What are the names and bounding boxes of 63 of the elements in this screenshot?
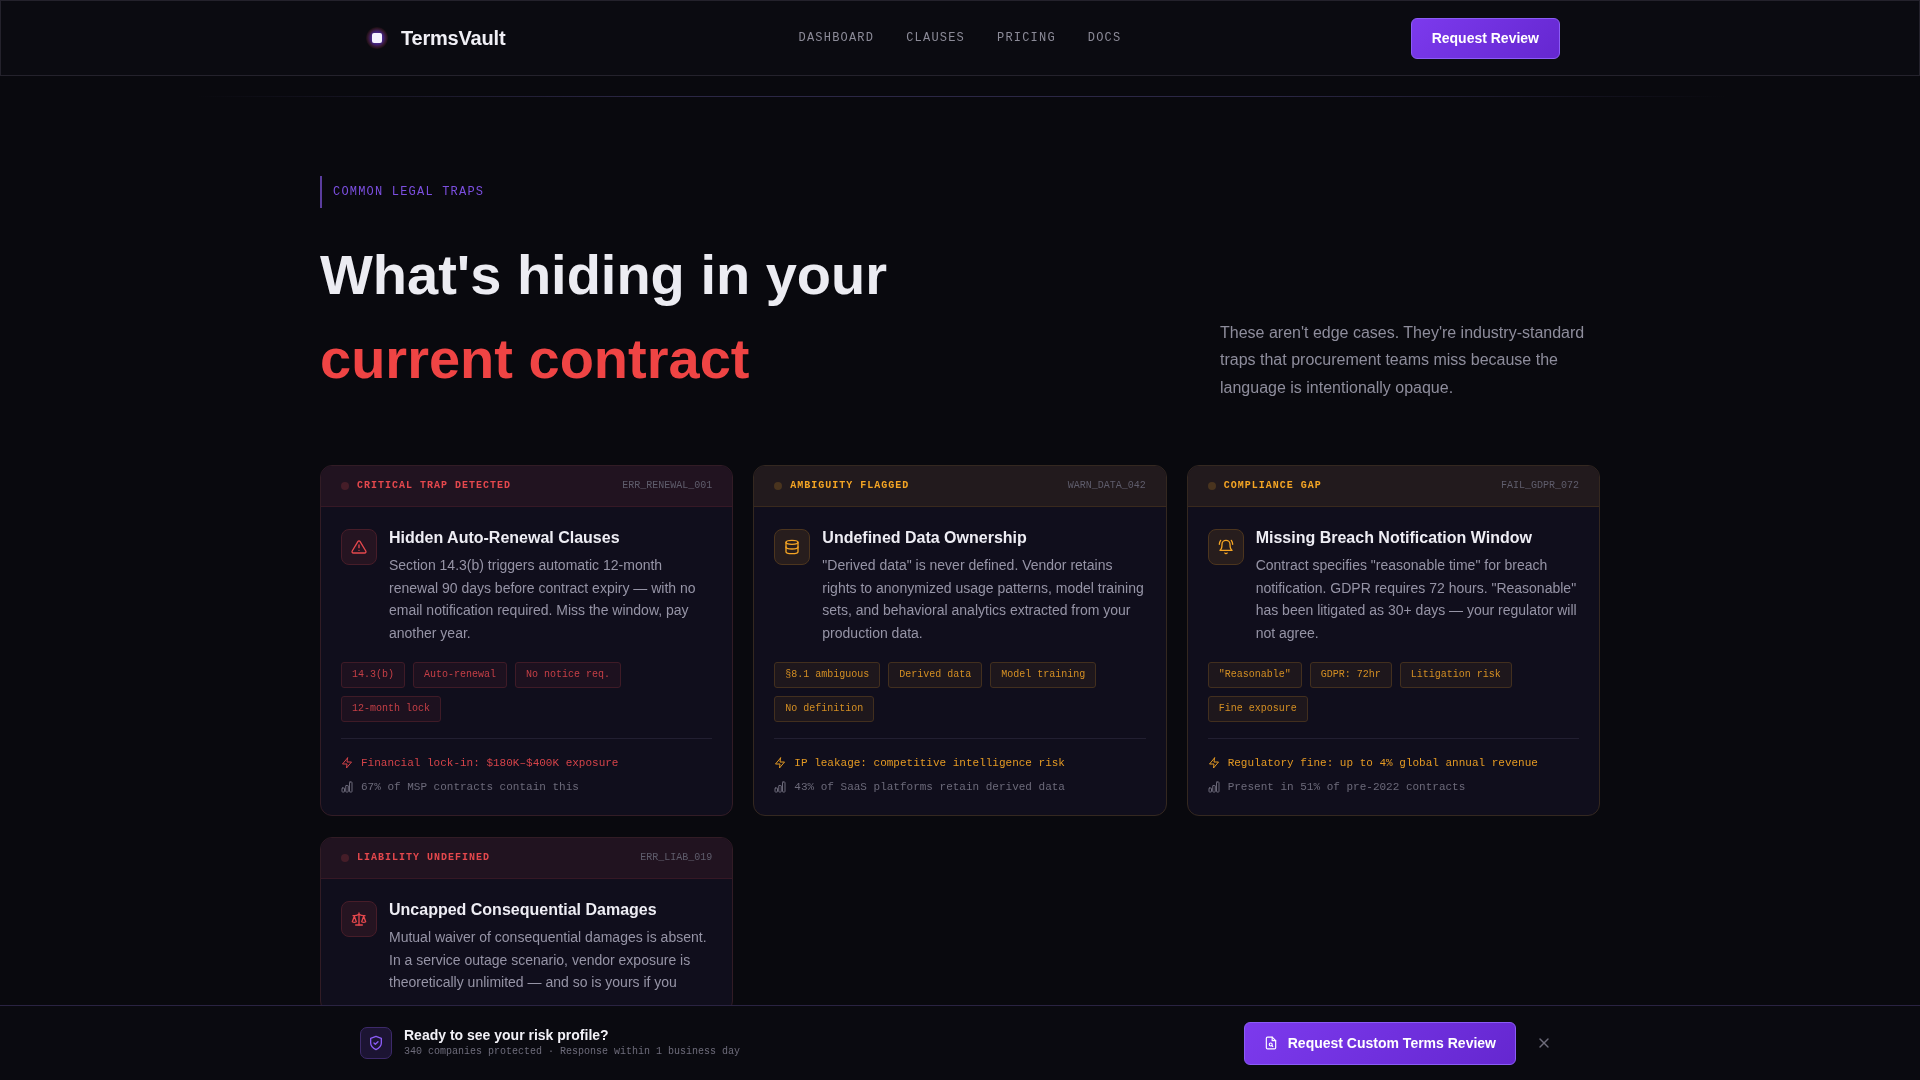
status-dot-icon — [774, 482, 783, 490]
request-custom-review-button[interactable]: Request Custom Terms Review — [1243, 1021, 1516, 1065]
stat-text: Present in 51% of pre-2022 contracts — [1227, 779, 1466, 795]
card-title: Hidden Auto-Renewal Clauses — [389, 528, 621, 548]
section-eyebrow: COMMON LEGAL TRAPS — [320, 176, 485, 208]
cta-subtitle: 340 companies protected · Response within 1 business day — [404, 1045, 741, 1059]
database-icon — [774, 529, 811, 565]
severity-label: COMPLIANCE GAP — [1223, 479, 1322, 493]
status-dot-icon — [341, 853, 349, 862]
nav-link[interactable]: PRICING — [997, 30, 1056, 46]
status-dot-icon — [341, 482, 349, 490]
stat-text: 67% of MSP contracts contain this — [361, 779, 579, 795]
card-title: Missing Breach Notification Window — [1255, 528, 1533, 548]
clause-tag: "Reasonable" — [1207, 661, 1302, 688]
error-code: ERR_LIAB_019 — [640, 850, 713, 865]
stat-text: 43% of SaaS platforms retain derived data — [794, 779, 1065, 795]
clause-tag: Auto-renewal — [413, 661, 508, 688]
clause-tag: 14.3(b) — [341, 661, 405, 688]
impact-text: Regulatory fine: up to 4% global annual revenue — [1227, 755, 1538, 771]
card-description: Mutual waiver of consequential damages is absent. In a service outage scenario, vendor exposure is theoretically unlimited — and so is yours if you — [389, 927, 708, 993]
clause-tag: 12-month lock — [341, 695, 441, 722]
request-review-button[interactable]: Request Review — [1410, 17, 1560, 59]
clause-tag: No notice req. — [515, 661, 622, 688]
document-icon — [1263, 1036, 1278, 1050]
clause-tag: No definition — [774, 695, 875, 722]
severity-label: AMBIGUITY FLAGGED — [790, 479, 910, 493]
card-description: Section 14.3(b) triggers automatic 12-month renewal 90 days before contract expiry — with no email notification required. Miss the window, pay another year. — [389, 556, 697, 644]
bar-chart-icon — [341, 780, 353, 793]
warning-icon — [341, 529, 377, 565]
card-title: Undefined Data Ownership — [822, 528, 1028, 548]
card-description: "Derived data" is never defined. Vendor retains rights to anonymized usage patterns, model training sets, and behavioral analytics extracted from your production data. — [822, 556, 1145, 644]
logo-icon — [366, 27, 388, 49]
clause-tag: §8.1 ambiguous — [774, 661, 881, 688]
error-code: FAIL_GDPR_072 — [1501, 479, 1579, 493]
nav-link[interactable]: DOCS — [1087, 30, 1122, 46]
lightning-icon — [774, 756, 787, 769]
nav-link[interactable]: DASHBOARD — [798, 30, 875, 46]
lightning-icon — [341, 756, 353, 769]
error-code: WARN_DATA_042 — [1067, 479, 1146, 493]
severity-label: CRITICAL TRAP DETECTED — [357, 479, 512, 493]
bar-chart-icon — [1207, 780, 1220, 793]
shield-icon — [360, 1027, 392, 1059]
lightning-icon — [1207, 756, 1220, 769]
card-description: Contract specifies "reasonable time" for breach notification. GDPR requires 72 hours. "Reasonable" has been litigated as 30+ days — your regulator will not agree. — [1255, 556, 1578, 644]
clause-tag: Model training — [990, 661, 1097, 688]
severity-label: LIABILITY UNDEFINED — [357, 850, 491, 865]
bar-chart-icon — [774, 780, 787, 793]
status-dot-icon — [1207, 482, 1216, 490]
brand-name: TermsVault — [401, 26, 506, 50]
bell-icon — [1207, 529, 1244, 565]
scales-icon — [341, 900, 377, 937]
error-code: ERR_RENEWAL_001 — [622, 479, 713, 493]
hero-heading: What's hiding in your current contract — [320, 242, 888, 392]
card-title: Uncapped Consequential Damages — [389, 899, 658, 920]
impact-text: Financial lock-in: $180K–$400K exposure — [361, 755, 619, 771]
clause-tag: Fine exposure — [1207, 695, 1308, 722]
clause-tag: Derived data — [888, 661, 983, 688]
clause-tag: GDPR: 72hr — [1309, 661, 1392, 688]
nav-link[interactable]: CLAUSES — [906, 30, 965, 46]
intro-paragraph: These aren't edge cases. They're industry-standard traps that procurement teams miss because the language is intentionally opaque. — [1220, 322, 1586, 398]
cta-title: Ready to see your risk profile? — [404, 1027, 610, 1043]
impact-text: IP leakage: competitive intelligence risk — [794, 755, 1065, 771]
clause-tag: Litigation risk — [1399, 661, 1512, 688]
